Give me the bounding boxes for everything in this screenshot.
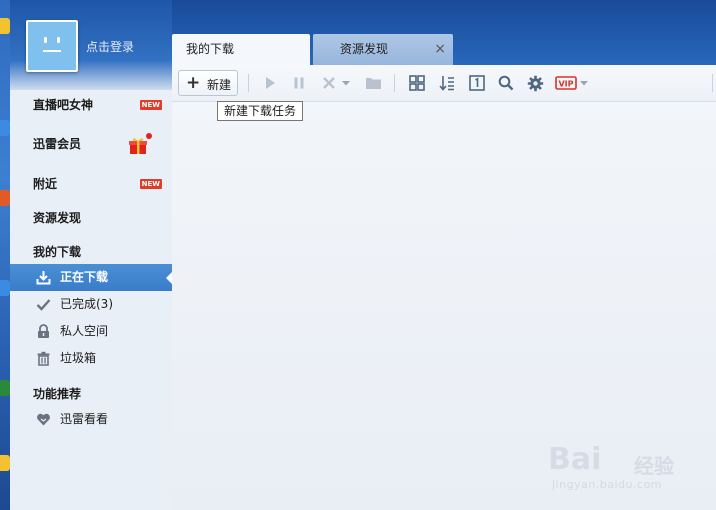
new-badge: NEW	[139, 100, 162, 110]
search-icon[interactable]	[497, 74, 515, 92]
toolbar: + 新建 VIP	[172, 65, 716, 102]
desktop-icon[interactable]	[0, 120, 10, 136]
pause-icon[interactable]	[290, 74, 308, 92]
section-title-downloads: 我的下载	[33, 245, 82, 259]
sidebar-item-label: 迅雷会员	[33, 137, 82, 151]
sidebar-item-label: 附近	[33, 177, 58, 191]
watermark-brand: Bai	[548, 442, 602, 477]
avatar-eye	[57, 37, 60, 43]
folder-icon[interactable]	[364, 74, 382, 92]
desktop-background	[0, 0, 10, 510]
avatar-mouth	[43, 50, 61, 52]
sidebar-item-label: 直播吧女神	[33, 98, 94, 112]
download-icon	[36, 270, 51, 285]
section-title-features: 功能推荐	[33, 387, 82, 401]
sidebar-item-kankan[interactable]: 迅雷看看	[10, 406, 172, 433]
tab-label: 我的下载	[186, 42, 235, 56]
toolbar-divider	[712, 74, 713, 92]
sidebar-item-label: 正在下载	[60, 270, 109, 284]
avatar[interactable]	[26, 20, 78, 72]
desktop-icon[interactable]	[0, 18, 10, 34]
desktop-icon[interactable]	[0, 190, 10, 206]
new-task-label: 新建	[207, 78, 232, 92]
sidebar: 点击登录 直播吧女神 NEW 迅雷会员 附近 NEW 资源发现 我的下载 正在下…	[10, 0, 172, 510]
watermark: Bai 经验 jingyan.baidu.com	[548, 430, 708, 500]
tab-my-downloads[interactable]: 我的下载	[172, 34, 310, 65]
sidebar-item-resources[interactable]: 资源发现	[10, 205, 172, 232]
grid-view-icon[interactable]	[408, 74, 426, 92]
sort-icon[interactable]	[438, 74, 456, 92]
chevron-down-icon[interactable]	[579, 74, 589, 92]
sidebar-item-label: 资源发现	[33, 211, 82, 225]
plus-icon: +	[186, 73, 201, 93]
delete-icon[interactable]	[320, 74, 338, 92]
sidebar-item-label: 已完成(3)	[60, 297, 113, 311]
gift-icon	[129, 138, 147, 154]
sidebar-item-label: 迅雷看看	[60, 412, 109, 426]
new-badge: NEW	[139, 179, 162, 189]
desktop-icon[interactable]	[0, 380, 10, 396]
sidebar-item-downloading[interactable]: 正在下载	[10, 264, 172, 291]
gear-icon[interactable]	[526, 74, 544, 92]
close-icon[interactable]: ×	[434, 34, 446, 64]
tab-label: 资源发现	[340, 42, 389, 56]
desktop-icon[interactable]	[0, 455, 10, 471]
sidebar-item-trash[interactable]: 垃圾箱	[10, 345, 172, 372]
sidebar-item-private[interactable]: 私人空间	[10, 318, 172, 345]
watermark-brand-suffix: 经验	[634, 454, 674, 478]
watermark-url: jingyan.baidu.com	[552, 478, 663, 491]
start-icon[interactable]	[261, 74, 279, 92]
sidebar-item-vip[interactable]: 迅雷会员	[10, 131, 172, 158]
sidebar-item-completed[interactable]: 已完成(3)	[10, 291, 172, 318]
sidebar-item-live[interactable]: 直播吧女神 NEW	[10, 92, 172, 119]
sidebar-item-label: 垃圾箱	[60, 351, 97, 365]
lock-icon	[36, 324, 51, 339]
single-task-icon[interactable]	[468, 74, 486, 92]
toolbar-divider	[394, 74, 395, 92]
new-task-button[interactable]: + 新建	[178, 70, 238, 96]
vip-label: VIP	[558, 80, 573, 89]
notification-dot	[146, 133, 152, 139]
sidebar-item-label: 私人空间	[60, 324, 109, 338]
heart-icon	[36, 412, 51, 427]
check-icon	[36, 297, 51, 312]
sidebar-item-nearby[interactable]: 附近 NEW	[10, 171, 172, 198]
chevron-down-icon[interactable]	[341, 74, 351, 92]
vip-icon[interactable]: VIP	[555, 74, 577, 92]
new-task-tooltip: 新建下载任务	[217, 101, 304, 121]
toolbar-divider	[248, 74, 249, 92]
avatar-eye	[44, 37, 47, 43]
tab-resources[interactable]: 资源发现 ×	[313, 34, 453, 65]
desktop-icon[interactable]	[0, 280, 10, 296]
login-link[interactable]: 点击登录	[86, 38, 134, 55]
trash-icon	[36, 351, 51, 366]
